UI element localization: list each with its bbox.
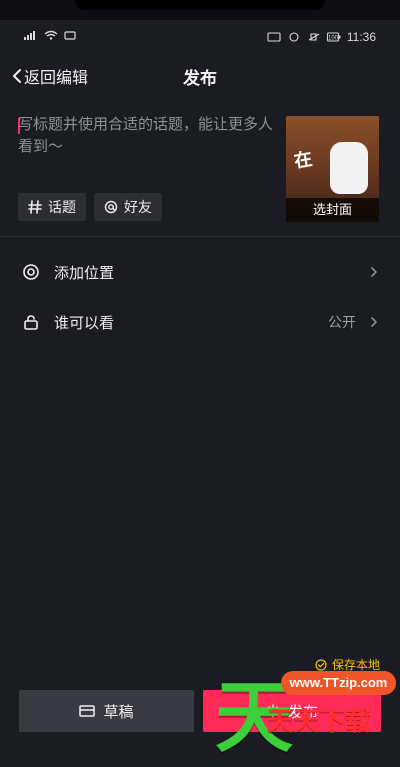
chip-row: 话题 好友 bbox=[18, 193, 162, 221]
visibility-label: 谁可以看 bbox=[54, 314, 115, 332]
battery-percent: 100 bbox=[328, 36, 339, 42]
friend-chip[interactable]: 好友 bbox=[94, 193, 162, 221]
draft-box-icon bbox=[79, 705, 96, 717]
draft-button[interactable]: 草稿 bbox=[19, 690, 194, 732]
status-right: 100 11:36 bbox=[267, 30, 376, 44]
topic-chip[interactable]: 话题 bbox=[18, 193, 86, 221]
cover-label: 选封面 bbox=[286, 198, 379, 222]
topic-chip-label: 话题 bbox=[48, 199, 76, 215]
watermark-text: 天天下载 bbox=[267, 706, 372, 736]
cover-overlay-text: 在 bbox=[292, 148, 314, 172]
divider bbox=[0, 236, 400, 237]
page-title: 发布 bbox=[183, 69, 217, 88]
watermark-site: www.TTzip.com bbox=[281, 671, 396, 695]
device-notch bbox=[75, 0, 325, 10]
signal-icon bbox=[24, 31, 35, 40]
visibility-value: 公开 bbox=[328, 314, 356, 330]
caption-input[interactable]: 写标题并使用合适的话题，能让更多人看到～ bbox=[18, 114, 273, 158]
friend-chip-label: 好友 bbox=[124, 199, 152, 215]
cover-selector[interactable]: 在 选封面 bbox=[286, 116, 379, 222]
top-nav: 返回编辑 发布 bbox=[0, 54, 400, 98]
chevron-right-icon bbox=[371, 317, 377, 327]
status-bar: 100 11:36 bbox=[0, 20, 400, 54]
add-location-label: 添加位置 bbox=[54, 264, 115, 282]
lock-icon bbox=[24, 315, 38, 330]
visibility-row[interactable]: 谁可以看 公开 bbox=[0, 298, 400, 346]
at-icon bbox=[104, 200, 118, 214]
cover-figure bbox=[330, 142, 368, 194]
device-top bbox=[0, 0, 400, 20]
watermark: 天 www.TTzip.com 天天下载 bbox=[215, 655, 396, 761]
status-left bbox=[24, 30, 78, 40]
location-icon bbox=[23, 264, 39, 280]
add-location-row[interactable]: 添加位置 bbox=[0, 248, 400, 296]
message-icon bbox=[64, 31, 76, 40]
nfc-icon bbox=[267, 32, 281, 42]
chevron-right-icon bbox=[371, 267, 377, 277]
alarm-icon bbox=[289, 32, 299, 42]
hash-icon bbox=[28, 200, 42, 214]
wifi-icon bbox=[44, 30, 58, 40]
battery-icon: 100 bbox=[326, 32, 341, 42]
mute-icon bbox=[308, 33, 320, 41]
draft-label: 草稿 bbox=[103, 703, 134, 721]
status-time: 11:36 bbox=[346, 30, 376, 44]
